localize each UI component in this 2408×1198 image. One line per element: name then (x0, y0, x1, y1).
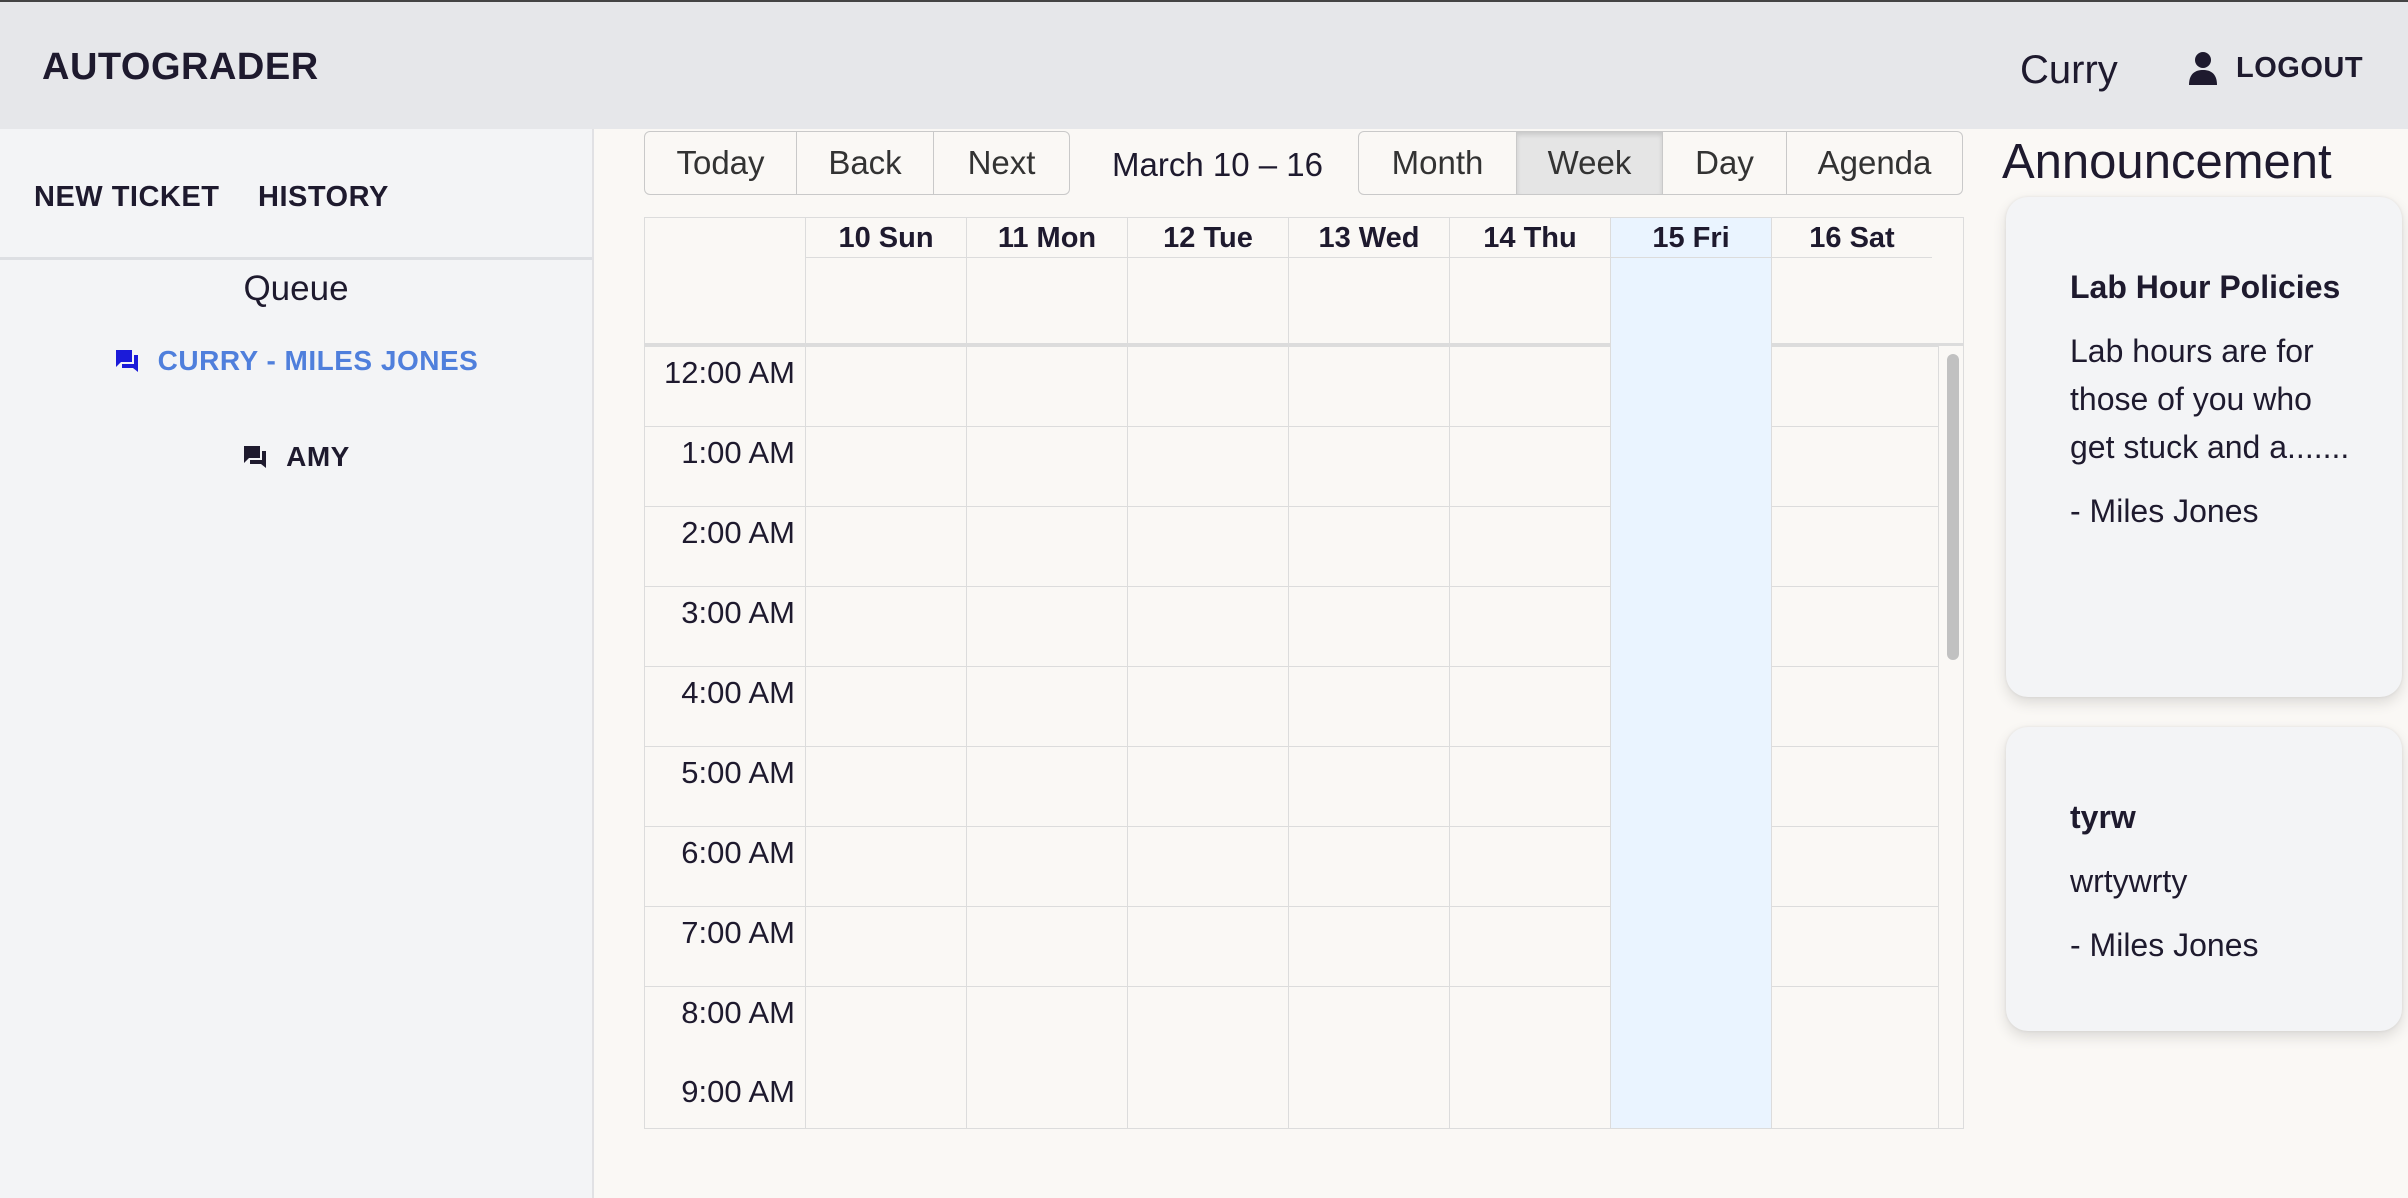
announcement-heading: tyrw (2070, 799, 2136, 835)
month-view-button[interactable]: Month (1358, 131, 1517, 195)
week-calendar: 10 Sun 11 Mon 12 Tue 13 Wed 14 Thu 15 Fri 16 S… (644, 217, 1964, 1129)
day-column[interactable] (966, 346, 1127, 1128)
announcement-card[interactable]: tyrw wrtywrty - Miles Jones (2006, 727, 2402, 1031)
announcement-card[interactable]: Lab Hour Policies Lab hours are for thos… (2006, 197, 2402, 697)
chat-icon (244, 446, 267, 468)
day-header: 10 Sun (805, 218, 966, 346)
queue-item-label: CURRY - MILES JONES (157, 345, 479, 376)
day-header-label: 12 Tue (1128, 218, 1288, 258)
time-label: 6:00 AM (681, 835, 795, 870)
day-header-label: 14 Thu (1450, 218, 1610, 258)
calendar-scrollbar[interactable] (1938, 346, 1963, 1128)
new-ticket-link[interactable]: NEW TICKET (34, 181, 219, 214)
time-label: 9:00 AM (681, 1074, 795, 1109)
day-header-label: 13 Wed (1289, 218, 1449, 258)
day-column[interactable] (805, 346, 966, 1128)
day-column[interactable] (1610, 346, 1771, 1128)
person-icon (2189, 52, 2217, 85)
chat-icon (115, 350, 138, 372)
agenda-view-button[interactable]: Agenda (1787, 131, 1963, 195)
queue-title: Queue (243, 269, 349, 308)
calendar-time-grid[interactable]: 9:00 AM 8:00 AM 7:00 AM 6:00 AM 5:00 AM 4:00 … (645, 346, 1963, 1128)
app-brand[interactable]: AUTOGRADER (42, 46, 319, 89)
day-header-label: 15 Fri (1611, 218, 1771, 258)
day-column[interactable] (1771, 346, 1932, 1128)
day-header-label: 11 Mon (967, 218, 1127, 258)
calendar-nav-group: Today Back Next (644, 131, 1070, 195)
announcement-author: - Miles Jones (2070, 927, 2259, 963)
current-user-name: Curry (2020, 48, 2118, 92)
top-bar: AUTOGRADER Curry LOGOUT (0, 0, 2408, 129)
date-range-label: March 10 – 16 (1112, 146, 1323, 183)
back-button[interactable]: Back (797, 131, 934, 195)
announcement-title: Announcement (2002, 135, 2332, 189)
announcement-body: Lab hours are for those of you who get s… (2070, 333, 2350, 465)
history-link[interactable]: HISTORY (258, 181, 389, 214)
time-label: 8:00 AM (681, 995, 795, 1030)
sidebar-nav: NEW TICKET HISTORY (0, 129, 592, 260)
time-label: 2:00 AM (681, 515, 795, 550)
sidebar: NEW TICKET HISTORY Queue CURRY - MILES J… (0, 129, 594, 1198)
day-header-label: 10 Sun (806, 218, 966, 258)
day-header: 12 Tue (1127, 218, 1288, 346)
queue-item-curry-miles-jones[interactable]: CURRY - MILES JONES (0, 341, 592, 381)
logout-label: LOGOUT (2236, 51, 2364, 84)
time-label: 5:00 AM (681, 755, 795, 790)
time-label: 3:00 AM (681, 595, 795, 630)
day-header: 13 Wed (1288, 218, 1449, 346)
calendar-view-group: Month Week Day Agenda (1358, 131, 1963, 195)
day-header-label: 16 Sat (1772, 218, 1932, 258)
announcement-body: wrtywrty (2070, 863, 2188, 899)
logout-button[interactable]: LOGOUT (2188, 48, 2363, 88)
queue-item-amy[interactable]: AMY (0, 437, 592, 477)
week-view-button[interactable]: Week (1517, 131, 1663, 195)
time-label: 12:00 AM (664, 355, 795, 390)
day-column[interactable] (1449, 346, 1610, 1128)
day-header: 16 Sat (1771, 218, 1932, 346)
time-label: 1:00 AM (681, 435, 795, 470)
day-view-button[interactable]: Day (1663, 131, 1787, 195)
calendar-header: 10 Sun 11 Mon 12 Tue 13 Wed 14 Thu 15 Fri 16 S… (645, 218, 1963, 346)
day-header: 11 Mon (966, 218, 1127, 346)
announcement-heading: Lab Hour Policies (2070, 269, 2341, 305)
day-column[interactable] (1127, 346, 1288, 1128)
time-label: 7:00 AM (681, 915, 795, 950)
day-column[interactable] (1288, 346, 1449, 1128)
day-header: 15 Fri (1610, 218, 1771, 346)
announcement-author: - Miles Jones (2070, 493, 2259, 529)
day-header: 14 Thu (1449, 218, 1610, 346)
scrollbar-thumb[interactable] (1947, 354, 1959, 660)
time-label: 4:00 AM (681, 675, 795, 710)
queue-item-label: AMY (286, 441, 350, 472)
today-button[interactable]: Today (644, 131, 797, 195)
next-button[interactable]: Next (934, 131, 1070, 195)
